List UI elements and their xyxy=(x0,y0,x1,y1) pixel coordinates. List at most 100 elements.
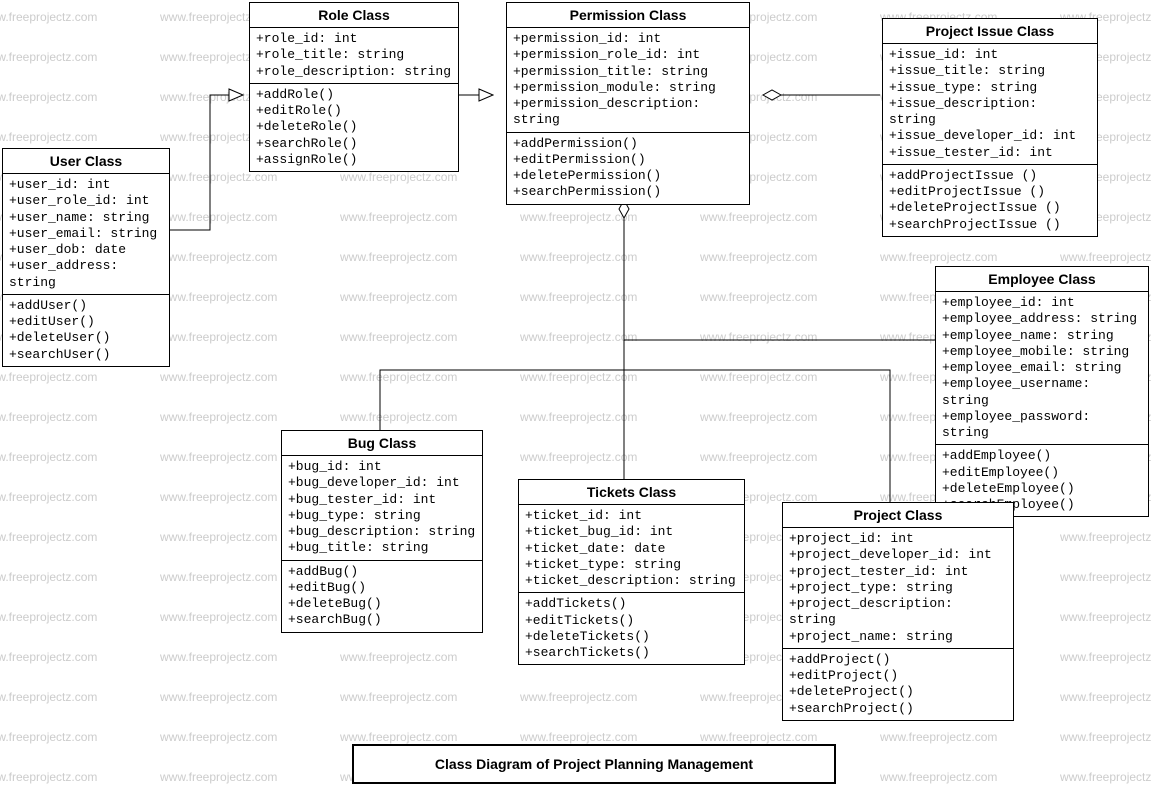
attr: +bug_title: string xyxy=(288,540,476,556)
watermark-text: www.freeprojectz.com xyxy=(160,290,277,304)
attr: +project_tester_id: int xyxy=(789,564,1007,580)
attr: +employee_name: string xyxy=(942,328,1142,344)
watermark-text: www.freeprojectz.com xyxy=(0,90,97,104)
tickets-class-box: Tickets Class +ticket_id: int +ticket_bu… xyxy=(518,479,745,665)
bug-class-attrs: +bug_id: int +bug_developer_id: int +bug… xyxy=(282,456,482,561)
watermark-text: www.freeprojectz.com xyxy=(700,410,817,424)
attr: +user_id: int xyxy=(9,177,163,193)
method: +searchProject() xyxy=(789,701,1007,717)
method: +assignRole() xyxy=(256,152,452,168)
watermark-text: www.freeprojectz.com xyxy=(160,530,277,544)
attr: +issue_developer_id: int xyxy=(889,128,1091,144)
project-issue-class-methods: +addProjectIssue () +editProjectIssue ()… xyxy=(883,165,1097,236)
method: +editPermission() xyxy=(513,152,743,168)
method: +deletePermission() xyxy=(513,168,743,184)
attr: +issue_tester_id: int xyxy=(889,145,1091,161)
watermark-text: www.freeprojectz.com xyxy=(0,770,97,784)
attr: +role_id: int xyxy=(256,31,452,47)
permission-class-methods: +addPermission() +editPermission() +dele… xyxy=(507,133,749,204)
watermark-text: www.freeprojectz.com xyxy=(0,410,97,424)
watermark-text: www.freeprojectz.com xyxy=(1060,530,1151,544)
permission-class-attrs: +permission_id: int +permission_role_id:… xyxy=(507,28,749,133)
watermark-text: www.freeprojectz.com xyxy=(880,730,997,744)
watermark-text: www.freeprojectz.com xyxy=(340,650,457,664)
user-class-attrs: +user_id: int +user_role_id: int +user_n… xyxy=(3,174,169,295)
project-class-box: Project Class +project_id: int +project_… xyxy=(782,502,1014,721)
method: +addProjectIssue () xyxy=(889,168,1091,184)
role-class-attrs: +role_id: int +role_title: string +role_… xyxy=(250,28,458,84)
attr: +employee_id: int xyxy=(942,295,1142,311)
attr: +user_dob: date xyxy=(9,242,163,258)
watermark-text: www.freeprojectz.com xyxy=(520,210,637,224)
watermark-text: www.freeprojectz.com xyxy=(1060,650,1151,664)
watermark-text: www.freeprojectz.com xyxy=(520,410,637,424)
watermark-text: www.freeprojectz.com xyxy=(700,290,817,304)
watermark-text: www.freeprojectz.com xyxy=(160,730,277,744)
watermark-text: www.freeprojectz.com xyxy=(340,410,457,424)
attr: +user_address: string xyxy=(9,258,163,291)
watermark-text: www.freeprojectz.com xyxy=(160,170,277,184)
attr: +permission_id: int xyxy=(513,31,743,47)
role-class-box: Role Class +role_id: int +role_title: st… xyxy=(249,2,459,172)
watermark-text: www.freeprojectz.com xyxy=(160,770,277,784)
watermark-text: www.freeprojectz.com xyxy=(340,290,457,304)
attr: +issue_id: int xyxy=(889,47,1091,63)
watermark-text: www.freeprojectz.com xyxy=(340,370,457,384)
method: +deleteBug() xyxy=(288,596,476,612)
method: +editProject() xyxy=(789,668,1007,684)
method: +addEmployee() xyxy=(942,448,1142,464)
watermark-text: www.freeprojectz.com xyxy=(700,330,817,344)
watermark-text: www.freeprojectz.com xyxy=(880,250,997,264)
attr: +project_developer_id: int xyxy=(789,547,1007,563)
watermark-text: www.freeprojectz.com xyxy=(0,690,97,704)
method: +editTickets() xyxy=(525,613,738,629)
watermark-text: www.freeprojectz.com xyxy=(1060,610,1151,624)
diagram-title-text: Class Diagram of Project Planning Manage… xyxy=(435,756,753,772)
watermark-text: www.freeprojectz.com xyxy=(0,130,97,144)
attr: +bug_id: int xyxy=(288,459,476,475)
watermark-text: www.freeprojectz.com xyxy=(880,770,997,784)
method: +searchPermission() xyxy=(513,184,743,200)
attr: +ticket_type: string xyxy=(525,557,738,573)
permission-class-box: Permission Class +permission_id: int +pe… xyxy=(506,2,750,205)
method: +deleteEmployee() xyxy=(942,481,1142,497)
bug-class-box: Bug Class +bug_id: int +bug_developer_id… xyxy=(281,430,483,633)
permission-class-title: Permission Class xyxy=(507,3,749,28)
watermark-text: www.freeprojectz.com xyxy=(160,210,277,224)
attr: +permission_title: string xyxy=(513,64,743,80)
role-class-methods: +addRole() +editRole() +deleteRole() +se… xyxy=(250,84,458,171)
watermark-text: www.freeprojectz.com xyxy=(0,50,97,64)
watermark-text: www.freeprojectz.com xyxy=(0,570,97,584)
method: +searchRole() xyxy=(256,136,452,152)
watermark-text: www.freeprojectz.com xyxy=(160,250,277,264)
watermark-text: www.freeprojectz.com xyxy=(520,290,637,304)
watermark-text: www.freeprojectz.com xyxy=(1060,730,1151,744)
watermark-text: www.freeprojectz.com xyxy=(340,690,457,704)
tickets-class-methods: +addTickets() +editTickets() +deleteTick… xyxy=(519,593,744,664)
method: +deleteProject() xyxy=(789,684,1007,700)
watermark-text: www.freeprojectz.com xyxy=(0,490,97,504)
watermark-text: www.freeprojectz.com xyxy=(700,730,817,744)
attr: +role_description: string xyxy=(256,64,452,80)
method: +deleteTickets() xyxy=(525,629,738,645)
watermark-text: www.freeprojectz.com xyxy=(340,250,457,264)
method: +addProject() xyxy=(789,652,1007,668)
method: +searchTickets() xyxy=(525,645,738,661)
attr: +issue_description: string xyxy=(889,96,1091,129)
attr: +bug_tester_id: int xyxy=(288,492,476,508)
watermark-text: www.freeprojectz.com xyxy=(160,370,277,384)
attr: +user_name: string xyxy=(9,210,163,226)
watermark-text: www.freeprojectz.com xyxy=(1060,250,1151,264)
watermark-text: www.freeprojectz.com xyxy=(0,10,97,24)
attr: +issue_type: string xyxy=(889,80,1091,96)
method: +deleteRole() xyxy=(256,119,452,135)
watermark-text: www.freeprojectz.com xyxy=(0,530,97,544)
watermark-text: www.freeprojectz.com xyxy=(520,690,637,704)
tickets-class-attrs: +ticket_id: int +ticket_bug_id: int +tic… xyxy=(519,505,744,593)
project-issue-class-title: Project Issue Class xyxy=(883,19,1097,44)
method: +editBug() xyxy=(288,580,476,596)
watermark-text: www.freeprojectz.com xyxy=(160,490,277,504)
employee-class-title: Employee Class xyxy=(936,267,1148,292)
attr: +employee_username: string xyxy=(942,376,1142,409)
diagram-title-box: Class Diagram of Project Planning Manage… xyxy=(352,744,836,784)
